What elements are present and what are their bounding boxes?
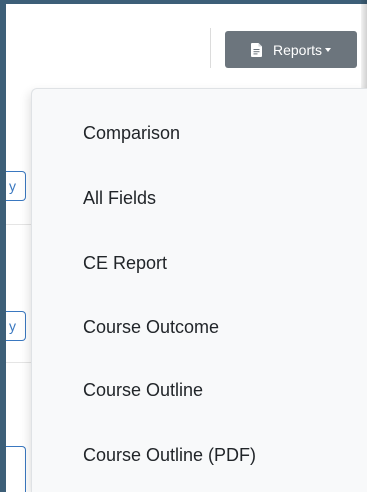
menu-item-course-outcome[interactable]: Course Outcome [83, 307, 367, 347]
left-partial-chip-1[interactable]: y [6, 171, 26, 201]
reports-dropdown-menu: Comparison All Fields CE Report Course O… [31, 88, 367, 492]
left-partial-chip-2[interactable]: y [6, 311, 26, 341]
menu-item-course-outline-pdf[interactable]: Course Outline (PDF) [83, 435, 367, 475]
caret-down-icon [325, 48, 332, 52]
left-partial-chip-3[interactable] [6, 446, 26, 492]
reports-dropdown-button[interactable]: Reports [225, 31, 357, 68]
reports-button-label: Reports [272, 41, 323, 58]
row-divider [6, 224, 32, 225]
row-divider [6, 362, 32, 363]
toolbar-divider [210, 28, 211, 68]
menu-item-course-outline[interactable]: Course Outline [83, 370, 367, 410]
document-icon [250, 42, 263, 57]
menu-item-all-fields[interactable]: All Fields [83, 178, 367, 218]
menu-item-comparison[interactable]: Comparison [83, 113, 367, 153]
menu-item-ce-report[interactable]: CE Report [83, 243, 367, 283]
